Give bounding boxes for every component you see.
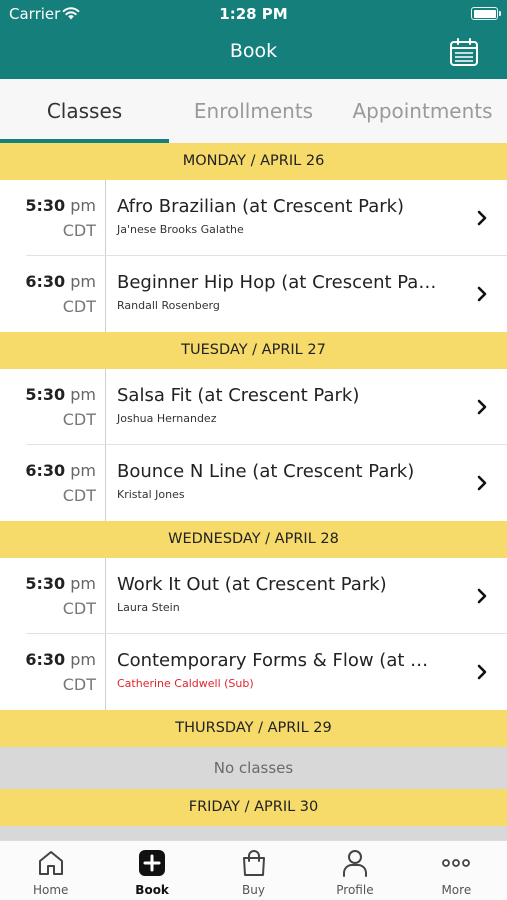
- tab-classes[interactable]: Classes: [0, 79, 169, 143]
- tab-bar: Classes Enrollments Appointments: [0, 79, 507, 143]
- class-row[interactable]: 5:30 pm CDT Salsa Fit (at Crescent Park)…: [0, 369, 507, 445]
- am-pm: pm: [70, 650, 96, 669]
- start-time: 5:30: [25, 196, 66, 215]
- class-time: 6:30 pm CDT: [0, 445, 106, 521]
- time-zone: CDT: [62, 675, 96, 694]
- class-time: 6:30 pm CDT: [0, 634, 106, 710]
- class-name: Beginner Hip Hop (at Crescent Park): [117, 272, 437, 293]
- time-zone: CDT: [62, 599, 96, 618]
- start-time: 5:30: [25, 574, 66, 593]
- chevron-right-icon: [477, 475, 487, 491]
- person-icon: [342, 850, 367, 877]
- nav-book[interactable]: Book: [101, 841, 202, 900]
- instructor-name: Ja'nese Brooks Galathe: [117, 223, 244, 236]
- day-header: TUESDAY / APRIL 27: [0, 332, 507, 369]
- am-pm: pm: [70, 574, 96, 593]
- plus-square-icon: [139, 850, 166, 876]
- start-time: 6:30: [25, 650, 66, 669]
- nav-home[interactable]: Home: [0, 841, 101, 900]
- instructor-name-substitute: Catherine Caldwell (Sub): [117, 677, 254, 690]
- nav-profile[interactable]: Profile: [304, 841, 405, 900]
- am-pm: pm: [70, 385, 96, 404]
- instructor-name: Randall Rosenberg: [117, 299, 220, 312]
- class-time: 6:30 pm CDT: [0, 256, 106, 332]
- chevron-right-icon: [477, 664, 487, 680]
- nav-more[interactable]: More: [406, 841, 507, 900]
- class-schedule-list[interactable]: MONDAY / APRIL 26 5:30 pm CDT Afro Brazi…: [0, 143, 507, 840]
- no-classes-notice: No classes: [0, 747, 507, 789]
- bottom-navigation: Home Book Buy Profile More: [0, 840, 507, 900]
- class-row[interactable]: 6:30 pm CDT Beginner Hip Hop (at Crescen…: [0, 256, 507, 332]
- class-name: Contemporary Forms & Flow (at C...: [117, 650, 437, 671]
- am-pm: pm: [70, 461, 96, 480]
- instructor-name: Laura Stein: [117, 601, 180, 614]
- nav-label: Buy: [242, 883, 265, 897]
- start-time: 6:30: [25, 461, 66, 480]
- tab-enrollments[interactable]: Enrollments: [169, 79, 338, 143]
- class-row[interactable]: 5:30 pm CDT Afro Brazilian (at Crescent …: [0, 180, 507, 256]
- shopping-bag-icon: [242, 850, 265, 876]
- class-name: Afro Brazilian (at Crescent Park): [117, 196, 405, 217]
- time-zone: CDT: [62, 221, 96, 240]
- time-zone: CDT: [62, 486, 96, 505]
- page-title: Book: [229, 40, 278, 62]
- class-time: 5:30 pm CDT: [0, 558, 106, 634]
- time-zone: CDT: [62, 297, 96, 316]
- nav-label: Home: [32, 883, 69, 897]
- home-icon: [38, 851, 63, 875]
- class-time: 5:30 pm CDT: [0, 369, 106, 445]
- class-row[interactable]: 5:30 pm CDT Work It Out (at Crescent Par…: [0, 558, 507, 634]
- am-pm: pm: [70, 272, 96, 291]
- start-time: 6:30: [25, 272, 66, 291]
- battery-icon: [471, 7, 501, 20]
- am-pm: pm: [70, 196, 96, 215]
- class-name: Work It Out (at Crescent Park): [117, 574, 387, 595]
- no-classes-notice: No classes: [0, 826, 507, 840]
- class-row[interactable]: 6:30 pm CDT Contemporary Forms & Flow (a…: [0, 634, 507, 710]
- nav-label: Book: [135, 883, 169, 897]
- day-header: WEDNESDAY / APRIL 28: [0, 521, 507, 558]
- day-header: THURSDAY / APRIL 29: [0, 710, 507, 747]
- top-bar: Carrier 1:28 PM Book: [0, 0, 507, 79]
- chevron-right-icon: [477, 286, 487, 302]
- chevron-right-icon: [477, 399, 487, 415]
- nav-label: Profile: [336, 883, 374, 897]
- instructor-name: Kristal Jones: [117, 488, 185, 501]
- day-header: FRIDAY / APRIL 30: [0, 789, 507, 826]
- class-time: 5:30 pm CDT: [0, 180, 106, 256]
- class-name: Salsa Fit (at Crescent Park): [117, 385, 360, 406]
- instructor-name: Joshua Hernandez: [117, 412, 217, 425]
- start-time: 5:30: [25, 385, 66, 404]
- tab-appointments[interactable]: Appointments: [338, 79, 507, 143]
- nav-buy[interactable]: Buy: [203, 841, 304, 900]
- day-header: MONDAY / APRIL 26: [0, 143, 507, 180]
- clock: 1:28 PM: [219, 5, 288, 23]
- calendar-icon[interactable]: [449, 37, 479, 67]
- time-zone: CDT: [62, 410, 96, 429]
- chevron-right-icon: [477, 210, 487, 226]
- nav-label: More: [441, 883, 472, 897]
- class-name: Bounce N Line (at Crescent Park): [117, 461, 415, 482]
- class-row[interactable]: 6:30 pm CDT Bounce N Line (at Crescent P…: [0, 445, 507, 521]
- status-bar: Carrier 1:28 PM: [0, 0, 507, 28]
- chevron-right-icon: [477, 588, 487, 604]
- more-dots-icon: [442, 859, 471, 867]
